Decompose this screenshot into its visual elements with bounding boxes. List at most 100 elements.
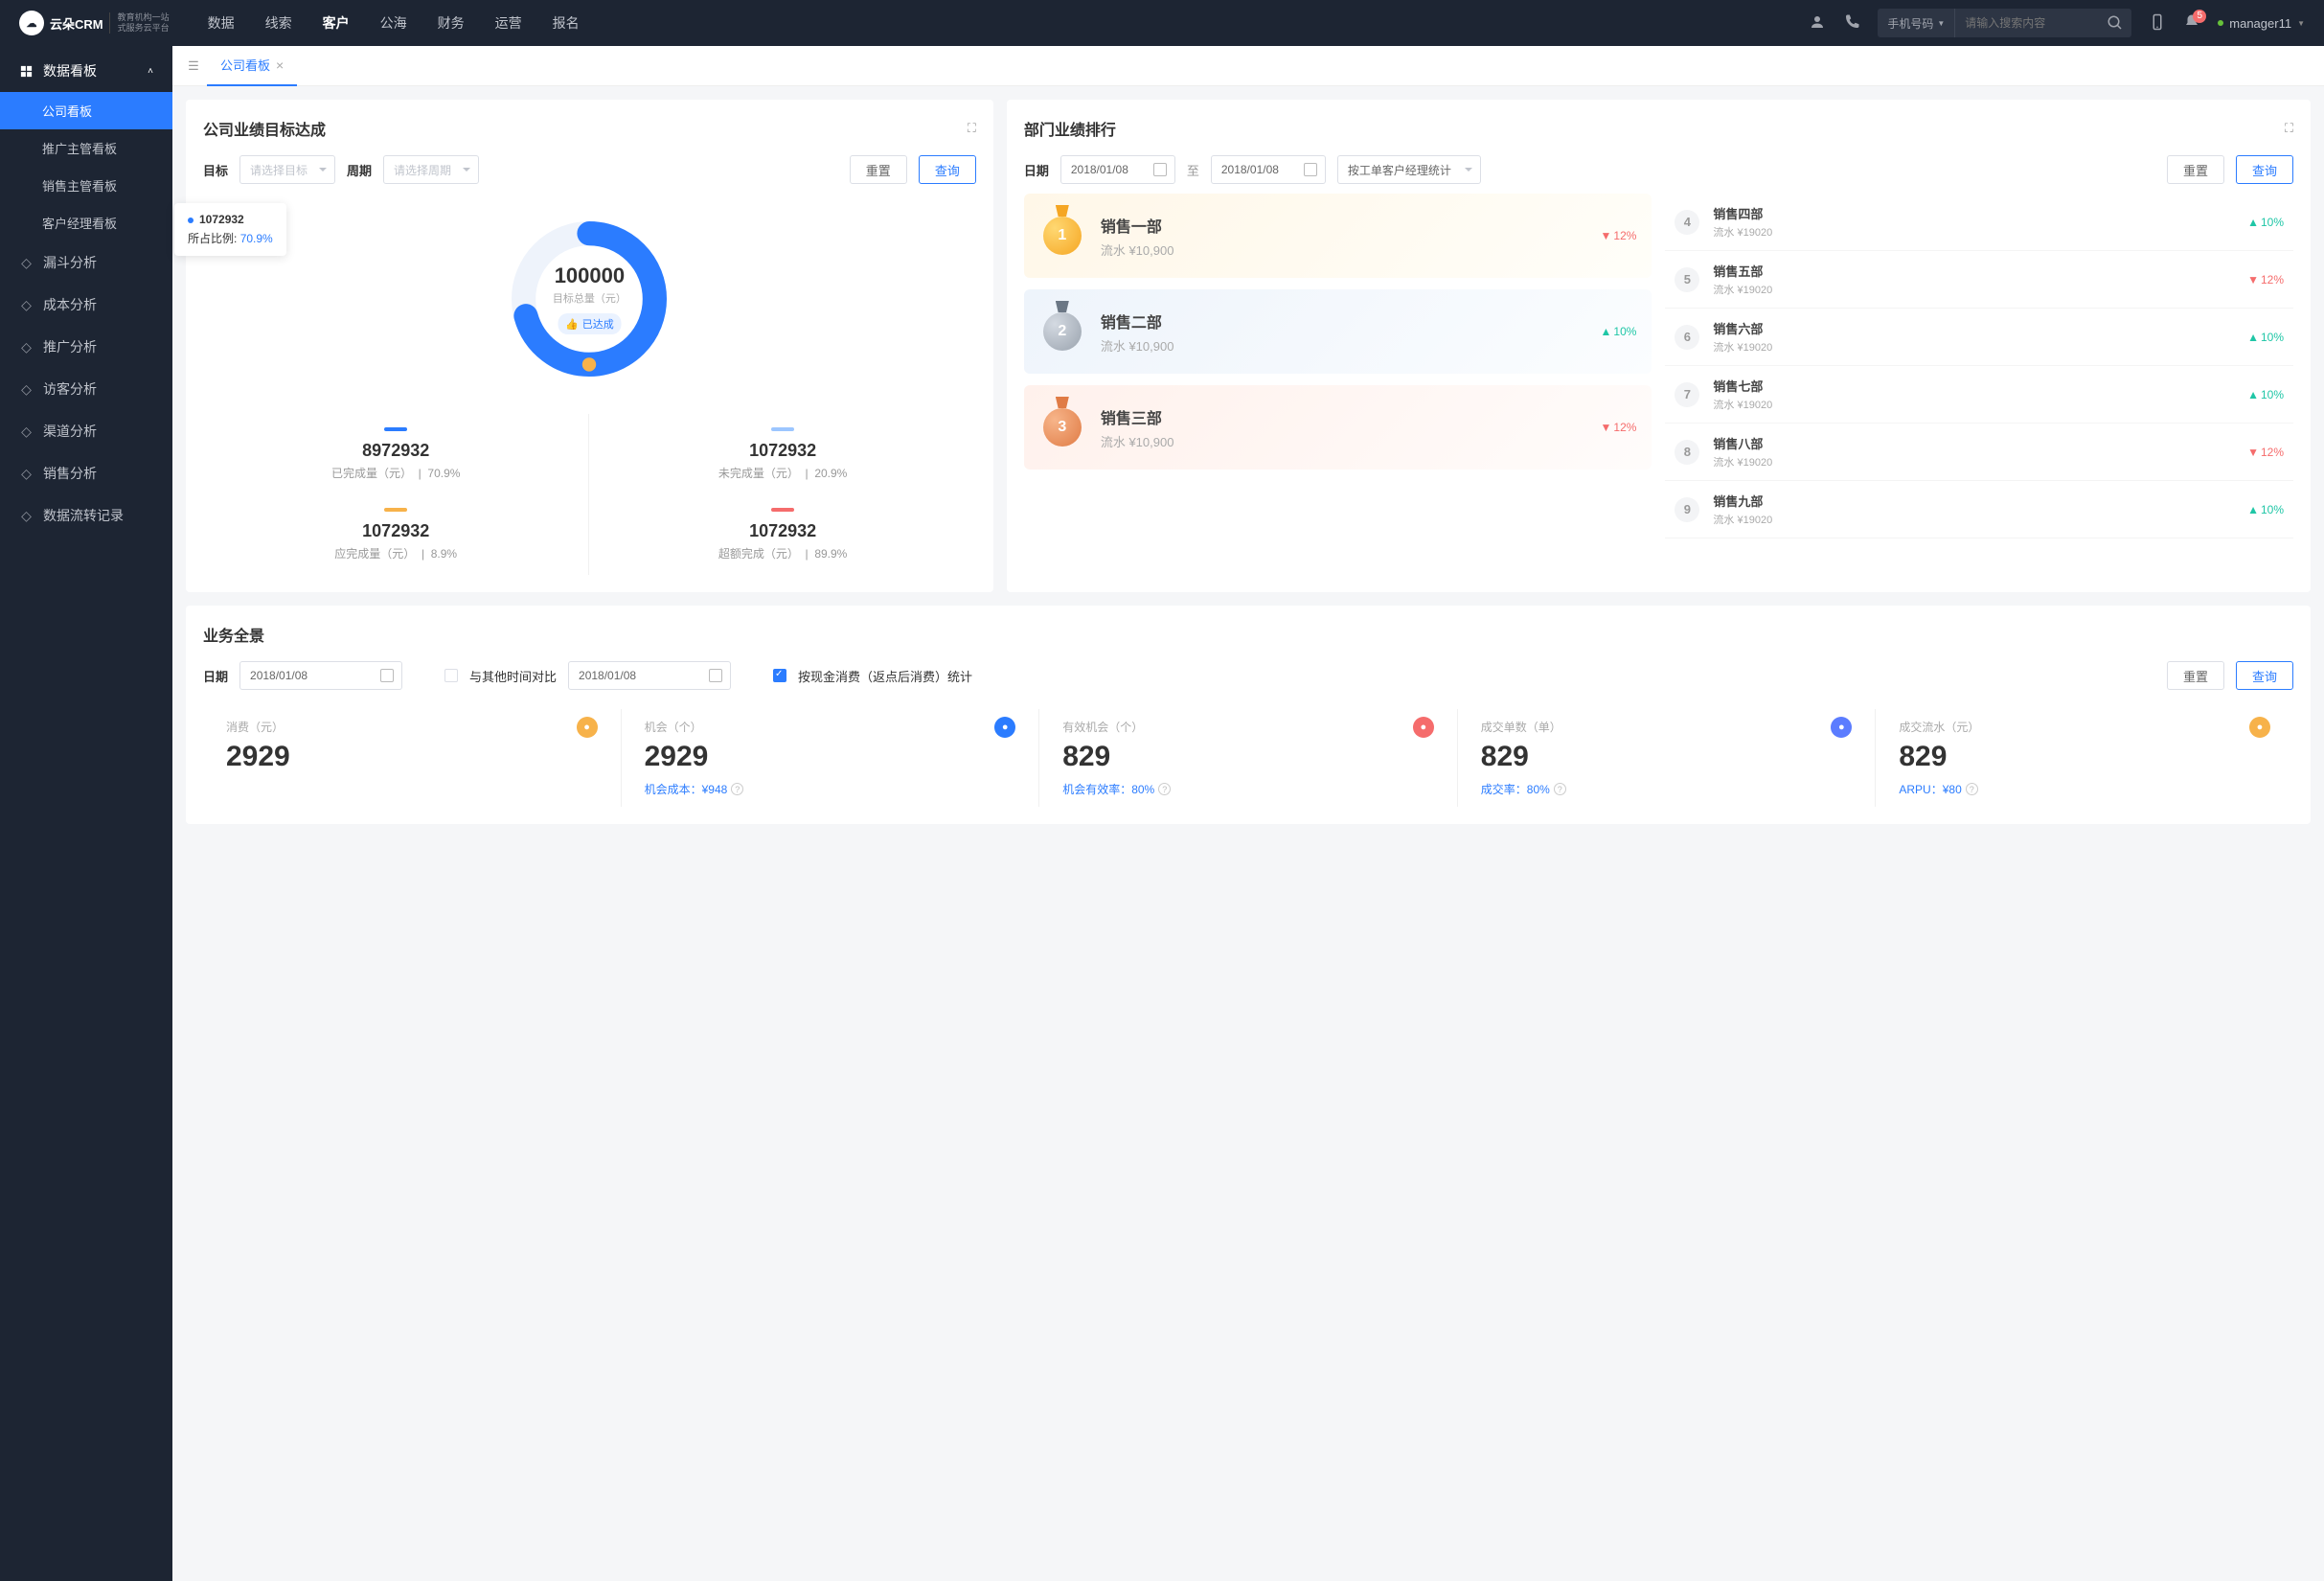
search-type-select[interactable]: 手机号码 ▼ — [1878, 9, 1955, 37]
date-to-input[interactable]: 2018/01/08 — [1211, 155, 1326, 184]
stat-bar — [771, 427, 794, 431]
sidebar-sub-1[interactable]: 推广主管看板 — [0, 129, 172, 167]
overview-card: 业务全景 日期 2018/01/08 与其他时间对比 2018/01/08 按现… — [186, 606, 2311, 824]
stat-bar — [384, 508, 407, 512]
sidebar-item-6[interactable]: ◇数据流转记录 — [0, 494, 172, 537]
sidebar-item-2[interactable]: ◇推广分析 — [0, 326, 172, 368]
stat-bar — [771, 508, 794, 512]
medal-silver-icon: 2 — [1039, 309, 1085, 355]
nav-item-1[interactable]: 线索 — [265, 13, 292, 33]
stat-by-select[interactable]: 按工单客户经理统计 — [1337, 155, 1481, 184]
nav-item-5[interactable]: 运营 — [495, 13, 522, 33]
search-input[interactable] — [1955, 16, 2099, 30]
nav-item-3[interactable]: 公海 — [380, 13, 407, 33]
delta: ▼12% — [2247, 273, 2284, 286]
chevron-up-icon: ˄ — [148, 66, 153, 77]
rank-row-4[interactable]: 4销售四部流水 ¥19020▲10% — [1665, 194, 2293, 251]
sidebar-group-dashboard[interactable]: 数据看板 ˄ — [0, 50, 172, 92]
rank-row-7[interactable]: 7销售七部流水 ¥19020▲10% — [1665, 366, 2293, 424]
search-button[interactable] — [2099, 9, 2131, 37]
cash-checkbox[interactable] — [773, 669, 786, 682]
sidebar-item-4[interactable]: ◇渠道分析 — [0, 410, 172, 452]
menu-toggle-icon[interactable]: ☰ — [180, 58, 207, 74]
rank-row-9[interactable]: 9销售九部流水 ¥19020▲10% — [1665, 481, 2293, 538]
tab-bar: ☰ 公司看板 × — [172, 46, 2324, 86]
sidebar-item-5[interactable]: ◇销售分析 — [0, 452, 172, 494]
logo-icon: ☁ — [19, 11, 44, 35]
kpi-0: 消费（元）●2929 — [203, 709, 622, 807]
notification-badge: 5 — [2193, 10, 2206, 23]
brand-tagline: 教育机构一站 式服务云平台 — [109, 12, 170, 34]
delta: ▼12% — [1601, 229, 1637, 242]
overview-title: 业务全景 — [203, 623, 2293, 646]
sidebar-sub-2[interactable]: 销售主管看板 — [0, 167, 172, 204]
notification-icon[interactable]: 5 — [2183, 13, 2200, 34]
nav-item-0[interactable]: 数据 — [208, 13, 235, 33]
medal-bronze-icon: 3 — [1039, 404, 1085, 450]
nav-item-6[interactable]: 报名 — [553, 13, 580, 33]
query-button[interactable]: 查询 — [2236, 155, 2293, 184]
filter-icon: ◇ — [19, 255, 34, 271]
expand-icon[interactable]: ⛶ — [2285, 121, 2293, 136]
delta: ▲10% — [1601, 325, 1637, 338]
thumbs-up-icon: 👍 — [565, 318, 579, 331]
rank-row-6[interactable]: 6销售六部流水 ¥19020▲10% — [1665, 309, 2293, 366]
date-from-input[interactable]: 2018/01/08 — [1060, 155, 1175, 184]
rank-row-8[interactable]: 8销售八部流水 ¥19020▼12% — [1665, 424, 2293, 481]
coin-icon: ◇ — [19, 297, 34, 313]
stat-bar — [384, 427, 407, 431]
rank-top-3[interactable]: 3销售三部流水 ¥10,900▼12% — [1024, 385, 1652, 470]
overview-date-input[interactable]: 2018/01/08 — [239, 661, 402, 690]
kpi-4: 成交流水（元）●829ARPU：¥80? — [1876, 709, 2293, 807]
help-icon[interactable]: ? — [1966, 783, 1978, 795]
help-icon[interactable]: ? — [1158, 783, 1171, 795]
user-menu[interactable]: manager11 ▼ — [2218, 16, 2305, 31]
sidebar-item-3[interactable]: ◇访客分析 — [0, 368, 172, 410]
date-label: 日期 — [1024, 161, 1049, 179]
expand-icon[interactable]: ⛶ — [968, 121, 976, 136]
rank-row-5[interactable]: 5销售五部流水 ¥19020▼12% — [1665, 251, 2293, 309]
kpi-2: 有效机会（个）●829机会有效率：80%? — [1039, 709, 1458, 807]
help-icon[interactable]: ? — [1554, 783, 1566, 795]
sidebar: 数据看板 ˄ 公司看板推广主管看板销售主管看板客户经理看板 ◇漏斗分析◇成本分析… — [0, 46, 172, 1581]
close-icon[interactable]: × — [276, 57, 284, 73]
medal-gold-icon: 1 — [1039, 213, 1085, 259]
cash-label: 按现金消费（返点后消费）统计 — [798, 667, 972, 685]
date-label: 日期 — [203, 667, 228, 685]
reset-button[interactable]: 重置 — [2167, 155, 2224, 184]
period-select[interactable]: 请选择周期 — [383, 155, 479, 184]
sidebar-item-0[interactable]: ◇漏斗分析 — [0, 241, 172, 284]
search-icon: ◇ — [19, 466, 34, 482]
sidebar-item-1[interactable]: ◇成本分析 — [0, 284, 172, 326]
help-icon[interactable]: ? — [731, 783, 743, 795]
main-nav: 数据 线索 客户 公海 财务 运营 报名 — [208, 13, 580, 33]
compare-checkbox[interactable] — [444, 669, 458, 682]
query-button[interactable]: 查询 — [2236, 661, 2293, 690]
rank-card: 部门业绩排行 ⛶ 日期 2018/01/08 至 2018/01/08 按工单客… — [1007, 100, 2311, 592]
delta: ▼12% — [2247, 446, 2284, 459]
sidebar-sub-3[interactable]: 客户经理看板 — [0, 204, 172, 241]
search: 手机号码 ▼ — [1878, 9, 2131, 37]
overview-compare-date-input[interactable]: 2018/01/08 — [568, 661, 731, 690]
reset-button[interactable]: 重置 — [850, 155, 907, 184]
target-select[interactable]: 请选择目标 — [239, 155, 335, 184]
nav-item-4[interactable]: 财务 — [438, 13, 465, 33]
goal-card: 公司业绩目标达成 ⛶ 目标 请选择目标 周期 请选择周期 重置 查询 — [186, 100, 993, 592]
main-content: ☰ 公司看板 × 公司业绩目标达成 ⛶ 目标 请选择目标 周期 — [172, 46, 2324, 1581]
link-icon: ◇ — [19, 424, 34, 440]
device-icon[interactable] — [2149, 13, 2166, 34]
sidebar-sub-0[interactable]: 公司看板 — [0, 92, 172, 129]
user-icon[interactable] — [1809, 13, 1826, 34]
reset-button[interactable]: 重置 — [2167, 661, 2224, 690]
nav-item-2[interactable]: 客户 — [323, 13, 350, 33]
rank-top-1[interactable]: 1销售一部流水 ¥10,900▼12% — [1024, 194, 1652, 278]
delta: ▼12% — [1601, 421, 1637, 434]
phone-icon[interactable] — [1843, 13, 1860, 34]
goal-stat-1: 1072932未完成量（元） | 20.9% — [589, 414, 975, 494]
rank-top-2[interactable]: 2销售二部流水 ¥10,900▲10% — [1024, 289, 1652, 374]
status-dot — [2218, 20, 2223, 26]
tab-company-dashboard[interactable]: 公司看板 × — [207, 46, 297, 86]
kpi-1: 机会（个）●2929机会成本：¥948? — [622, 709, 1040, 807]
query-button[interactable]: 查询 — [919, 155, 976, 184]
kpi-3: 成交单数（单）●829成交率：80%? — [1458, 709, 1877, 807]
